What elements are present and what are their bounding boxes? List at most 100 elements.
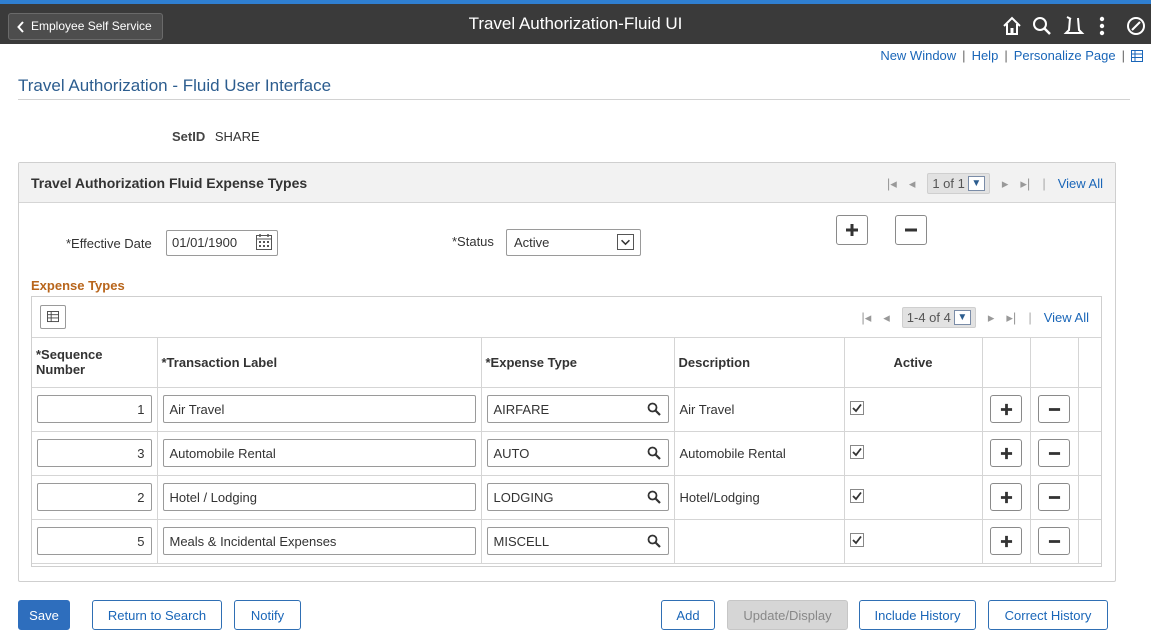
next-page-icon[interactable]: ▸ bbox=[988, 310, 995, 326]
transaction-label-input[interactable]: Air Travel bbox=[162, 395, 476, 423]
active-checkbox[interactable] bbox=[849, 444, 864, 459]
expense-type-input[interactable]: AUTO bbox=[486, 439, 669, 467]
top-banner: Employee Self Service Travel Authorizati… bbox=[0, 0, 1151, 44]
expense-type-cell: AUTO bbox=[481, 431, 675, 476]
actions-menu-icon[interactable] bbox=[1090, 14, 1114, 38]
next-page-icon[interactable]: ▸ bbox=[1002, 176, 1009, 192]
lookup-search-icon[interactable] bbox=[646, 533, 662, 549]
delete-cell bbox=[1030, 431, 1079, 476]
setid-label: SetID bbox=[172, 129, 206, 144]
new-window-link[interactable]: New Window bbox=[880, 48, 956, 63]
transaction-label-input[interactable]: Meals & Incidental Expenses bbox=[162, 527, 476, 555]
expense-type-value: AIRFARE bbox=[493, 402, 550, 417]
sequence-cell: 3 bbox=[32, 431, 158, 476]
add-row-button[interactable] bbox=[990, 527, 1022, 555]
pager-separator: | bbox=[1042, 176, 1046, 191]
transaction-label-input[interactable]: Automobile Rental bbox=[162, 439, 476, 467]
active-checkbox[interactable] bbox=[849, 532, 864, 547]
status-value: Active bbox=[514, 235, 550, 250]
table-header-row: *Sequence Number *Transaction Label *Exp… bbox=[32, 338, 1101, 388]
grid-settings-icon[interactable] bbox=[1131, 49, 1143, 62]
page-links: New Window | Help | Personalize Page | bbox=[880, 48, 1143, 63]
first-page-icon[interactable]: |◂ bbox=[861, 310, 871, 326]
table-row: 2 Hotel / Lodging LODGING Hotel/Lodging bbox=[32, 475, 1101, 520]
view-all-link[interactable]: View All bbox=[1058, 176, 1103, 191]
minus-icon bbox=[1048, 495, 1060, 499]
status-label: *Status bbox=[452, 234, 494, 249]
plus-icon bbox=[1000, 491, 1012, 503]
spacer-cell bbox=[1078, 431, 1101, 476]
return-to-search-button[interactable]: Return to Search bbox=[92, 600, 222, 630]
correct-history-button[interactable]: Correct History bbox=[988, 600, 1108, 630]
transaction-label-cell: Air Travel bbox=[157, 387, 482, 432]
add-button[interactable]: Add bbox=[661, 600, 715, 630]
pager-separator: | bbox=[1028, 310, 1032, 325]
expense-type-input[interactable]: LODGING bbox=[486, 483, 669, 511]
navbar-icon[interactable] bbox=[1124, 14, 1148, 38]
spacer-cell bbox=[1078, 387, 1101, 432]
last-page-icon[interactable]: ▸| bbox=[1006, 310, 1016, 326]
notifications-icon[interactable] bbox=[1062, 14, 1086, 38]
grid-personalize-icon[interactable] bbox=[40, 305, 66, 329]
status-select[interactable]: Active bbox=[506, 229, 641, 256]
previous-page-icon[interactable]: ◂ bbox=[909, 176, 916, 192]
expense-types-title: Expense Types bbox=[31, 278, 125, 293]
save-button[interactable]: Save bbox=[18, 600, 70, 630]
setid-field: SetID SHARE bbox=[172, 129, 260, 144]
column-header-spacer bbox=[1078, 338, 1101, 388]
add-cell bbox=[982, 519, 1031, 564]
delete-row-button[interactable] bbox=[895, 215, 927, 245]
sequence-number-input[interactable]: 1 bbox=[37, 395, 152, 423]
lookup-search-icon[interactable] bbox=[646, 401, 662, 417]
row-count-select[interactable]: 1-4 of 4 ▼ bbox=[901, 307, 976, 328]
first-page-icon[interactable]: |◂ bbox=[887, 176, 897, 192]
delete-row-button[interactable] bbox=[1038, 395, 1070, 423]
panel-pager: |◂ ◂ 1 of 1 ▼ ▸ ▸| | View All bbox=[887, 173, 1103, 194]
previous-page-icon[interactable]: ◂ bbox=[883, 310, 890, 326]
row-count-select[interactable]: 1 of 1 ▼ bbox=[927, 173, 990, 194]
last-page-icon[interactable]: ▸| bbox=[1020, 176, 1030, 192]
personalize-page-link[interactable]: Personalize Page bbox=[1014, 48, 1116, 63]
lookup-search-icon[interactable] bbox=[646, 445, 662, 461]
delete-row-button[interactable] bbox=[1038, 527, 1070, 555]
calendar-icon[interactable] bbox=[254, 232, 274, 252]
delete-row-button[interactable] bbox=[1038, 439, 1070, 467]
column-header-add bbox=[982, 338, 1031, 388]
notify-button[interactable]: Notify bbox=[234, 600, 301, 630]
back-button[interactable]: Employee Self Service bbox=[8, 13, 163, 40]
home-icon[interactable] bbox=[1000, 14, 1024, 38]
divider bbox=[18, 99, 1130, 100]
view-all-link[interactable]: View All bbox=[1044, 310, 1089, 325]
update-display-button[interactable]: Update/Display bbox=[727, 600, 848, 630]
add-row-button[interactable] bbox=[990, 483, 1022, 511]
active-checkbox[interactable] bbox=[849, 400, 864, 415]
include-history-button[interactable]: Include History bbox=[859, 600, 976, 630]
plus-icon bbox=[1000, 447, 1012, 459]
search-icon[interactable] bbox=[1030, 14, 1054, 38]
spacer-cell bbox=[1078, 519, 1101, 564]
expense-type-input[interactable]: AIRFARE bbox=[486, 395, 669, 423]
column-header-delete bbox=[1030, 338, 1079, 388]
expense-type-input[interactable]: MISCELL bbox=[486, 527, 669, 555]
plus-icon bbox=[1000, 535, 1012, 547]
delete-cell bbox=[1030, 475, 1079, 520]
delete-row-button[interactable] bbox=[1038, 483, 1070, 511]
minus-icon bbox=[1048, 451, 1060, 455]
effective-date-label: *Effective Date bbox=[66, 236, 152, 251]
add-row-button[interactable] bbox=[836, 215, 868, 245]
active-checkbox[interactable] bbox=[849, 488, 864, 503]
sequence-number-input[interactable]: 5 bbox=[37, 527, 152, 555]
expense-type-cell: MISCELL bbox=[481, 519, 675, 564]
transaction-label-input[interactable]: Hotel / Lodging bbox=[162, 483, 476, 511]
sequence-number-input[interactable]: 2 bbox=[37, 483, 152, 511]
description-cell bbox=[674, 519, 845, 564]
row-count-value: 1-4 of 4 bbox=[906, 310, 951, 325]
grid-pager: |◂ ◂ 1-4 of 4 ▼ ▸ ▸| | View All bbox=[861, 307, 1089, 328]
chevron-down-icon: ▼ bbox=[967, 176, 985, 191]
sequence-number-input[interactable]: 3 bbox=[37, 439, 152, 467]
help-link[interactable]: Help bbox=[972, 48, 999, 63]
add-row-button[interactable] bbox=[990, 439, 1022, 467]
lookup-search-icon[interactable] bbox=[646, 489, 662, 505]
add-row-button[interactable] bbox=[990, 395, 1022, 423]
description-cell: Automobile Rental bbox=[674, 431, 845, 476]
